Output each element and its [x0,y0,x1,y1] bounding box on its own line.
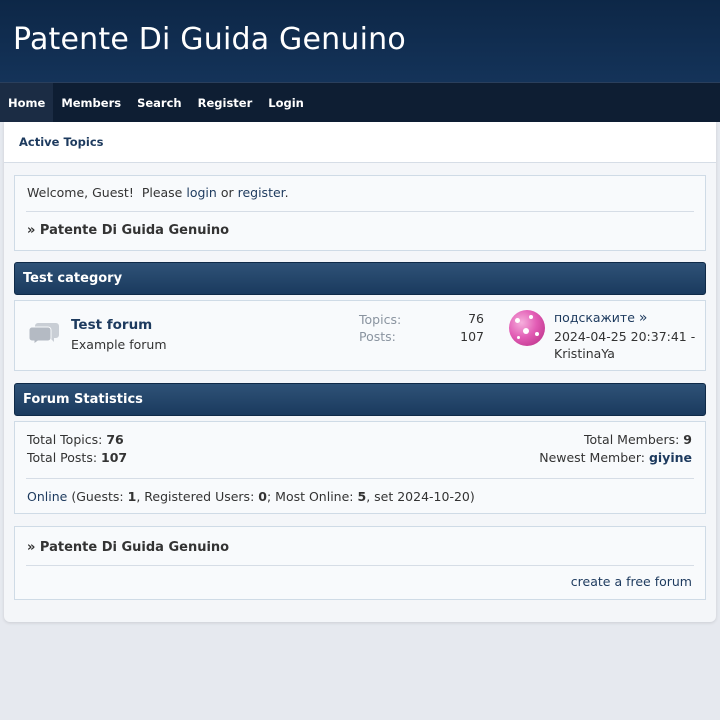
guests-label: (Guests: [71,489,124,504]
welcome-period: . [284,185,289,200]
divider [26,478,694,479]
nav-home[interactable]: Home [0,83,54,122]
nav-members[interactable]: Members [53,83,129,122]
site-title[interactable]: Patente Di Guida Genuino [13,22,406,57]
footer-breadcrumb[interactable]: » Patente Di Guida Genuino [27,540,229,555]
most-online-count: 5 [357,489,367,504]
last-post-arrow-link[interactable]: » [639,310,648,326]
newest-member-label: Newest Member: [539,450,645,465]
welcome-box: Welcome, Guest! Please login or register… [14,175,706,251]
sub-navbar: Active Topics [4,122,716,163]
online-stats: Online (Guests: 1, Registered Users: 0; … [27,489,475,504]
nav-search[interactable]: Search [129,83,190,122]
breadcrumb[interactable]: » Patente Di Guida Genuino [27,223,229,238]
registered-count: 0 [258,489,267,504]
category-header[interactable]: Test category [14,262,706,295]
stats-header: Forum Statistics [14,383,706,416]
last-post-user[interactable]: KristinaYa [554,345,704,362]
total-posts-label: Total Posts: [27,450,98,465]
registered-label: , Registered Users: [136,489,255,504]
online-link[interactable]: Online [27,489,67,504]
total-topics-value: 76 [106,432,124,447]
create-free-forum-link[interactable]: create a free forum [571,574,692,589]
total-members-value: 9 [683,432,692,447]
forum-description: Example forum [71,337,167,352]
stats-box: Total Topics: 76 Total Posts: 107 Total … [14,421,706,514]
avatar-dot [517,336,520,339]
main-content: Active Topics Welcome, Guest! Please log… [4,122,716,622]
avatar-dot [515,318,520,323]
avatar-dot [523,328,529,334]
posts-count: 107 [460,329,484,344]
nav-register[interactable]: Register [190,83,261,122]
login-link[interactable]: login [186,185,216,200]
most-online-date: , set 2024-10-20) [366,489,475,504]
last-post-topic-link[interactable]: подскажите [554,310,635,325]
avatar-dot [535,332,539,336]
total-posts-value: 107 [101,450,128,465]
active-topics-link[interactable]: Active Topics [19,135,104,149]
nav-login[interactable]: Login [260,83,312,122]
divider [26,211,694,212]
topics-count: 76 [468,311,484,326]
last-post-time: 2024-04-25 20:37:41 - [554,329,696,344]
welcome-message: Welcome, Guest! Please login or register… [27,185,289,200]
welcome-please: Please [141,185,183,200]
avatar-dot [529,315,533,319]
total-topics: Total Topics: 76 [27,432,124,447]
site-header: Patente Di Guida Genuino [0,0,720,82]
total-posts: Total Posts: 107 [27,450,127,465]
total-members-label: Total Members: [584,432,680,447]
forum-name-link[interactable]: Test forum [71,317,152,333]
welcome-greeting: Welcome, Guest! [27,185,134,200]
topics-label: Topics: [359,312,402,327]
forum-chat-icon [29,323,59,344]
last-post-meta: 2024-04-25 20:37:41 - KristinaYa [554,328,704,362]
last-post-topic: подскажите » [554,310,647,326]
total-members: Total Members: 9 [584,432,692,447]
divider [26,565,694,566]
newest-member-link[interactable]: giyine [649,450,692,465]
footer-box: » Patente Di Guida Genuino create a free… [14,526,706,600]
register-link[interactable]: register [238,185,285,200]
most-online-label: ; Most Online: [266,489,354,504]
newest-member: Newest Member: giyine [539,450,692,465]
welcome-or: or [220,185,234,200]
last-poster-avatar[interactable] [509,310,545,346]
forum-row: Test forum Example forum Topics: 76 Post… [14,300,706,371]
total-topics-label: Total Topics: [27,432,103,447]
main-navbar: Home Members Search Register Login [0,82,720,122]
posts-label: Posts: [359,329,396,344]
